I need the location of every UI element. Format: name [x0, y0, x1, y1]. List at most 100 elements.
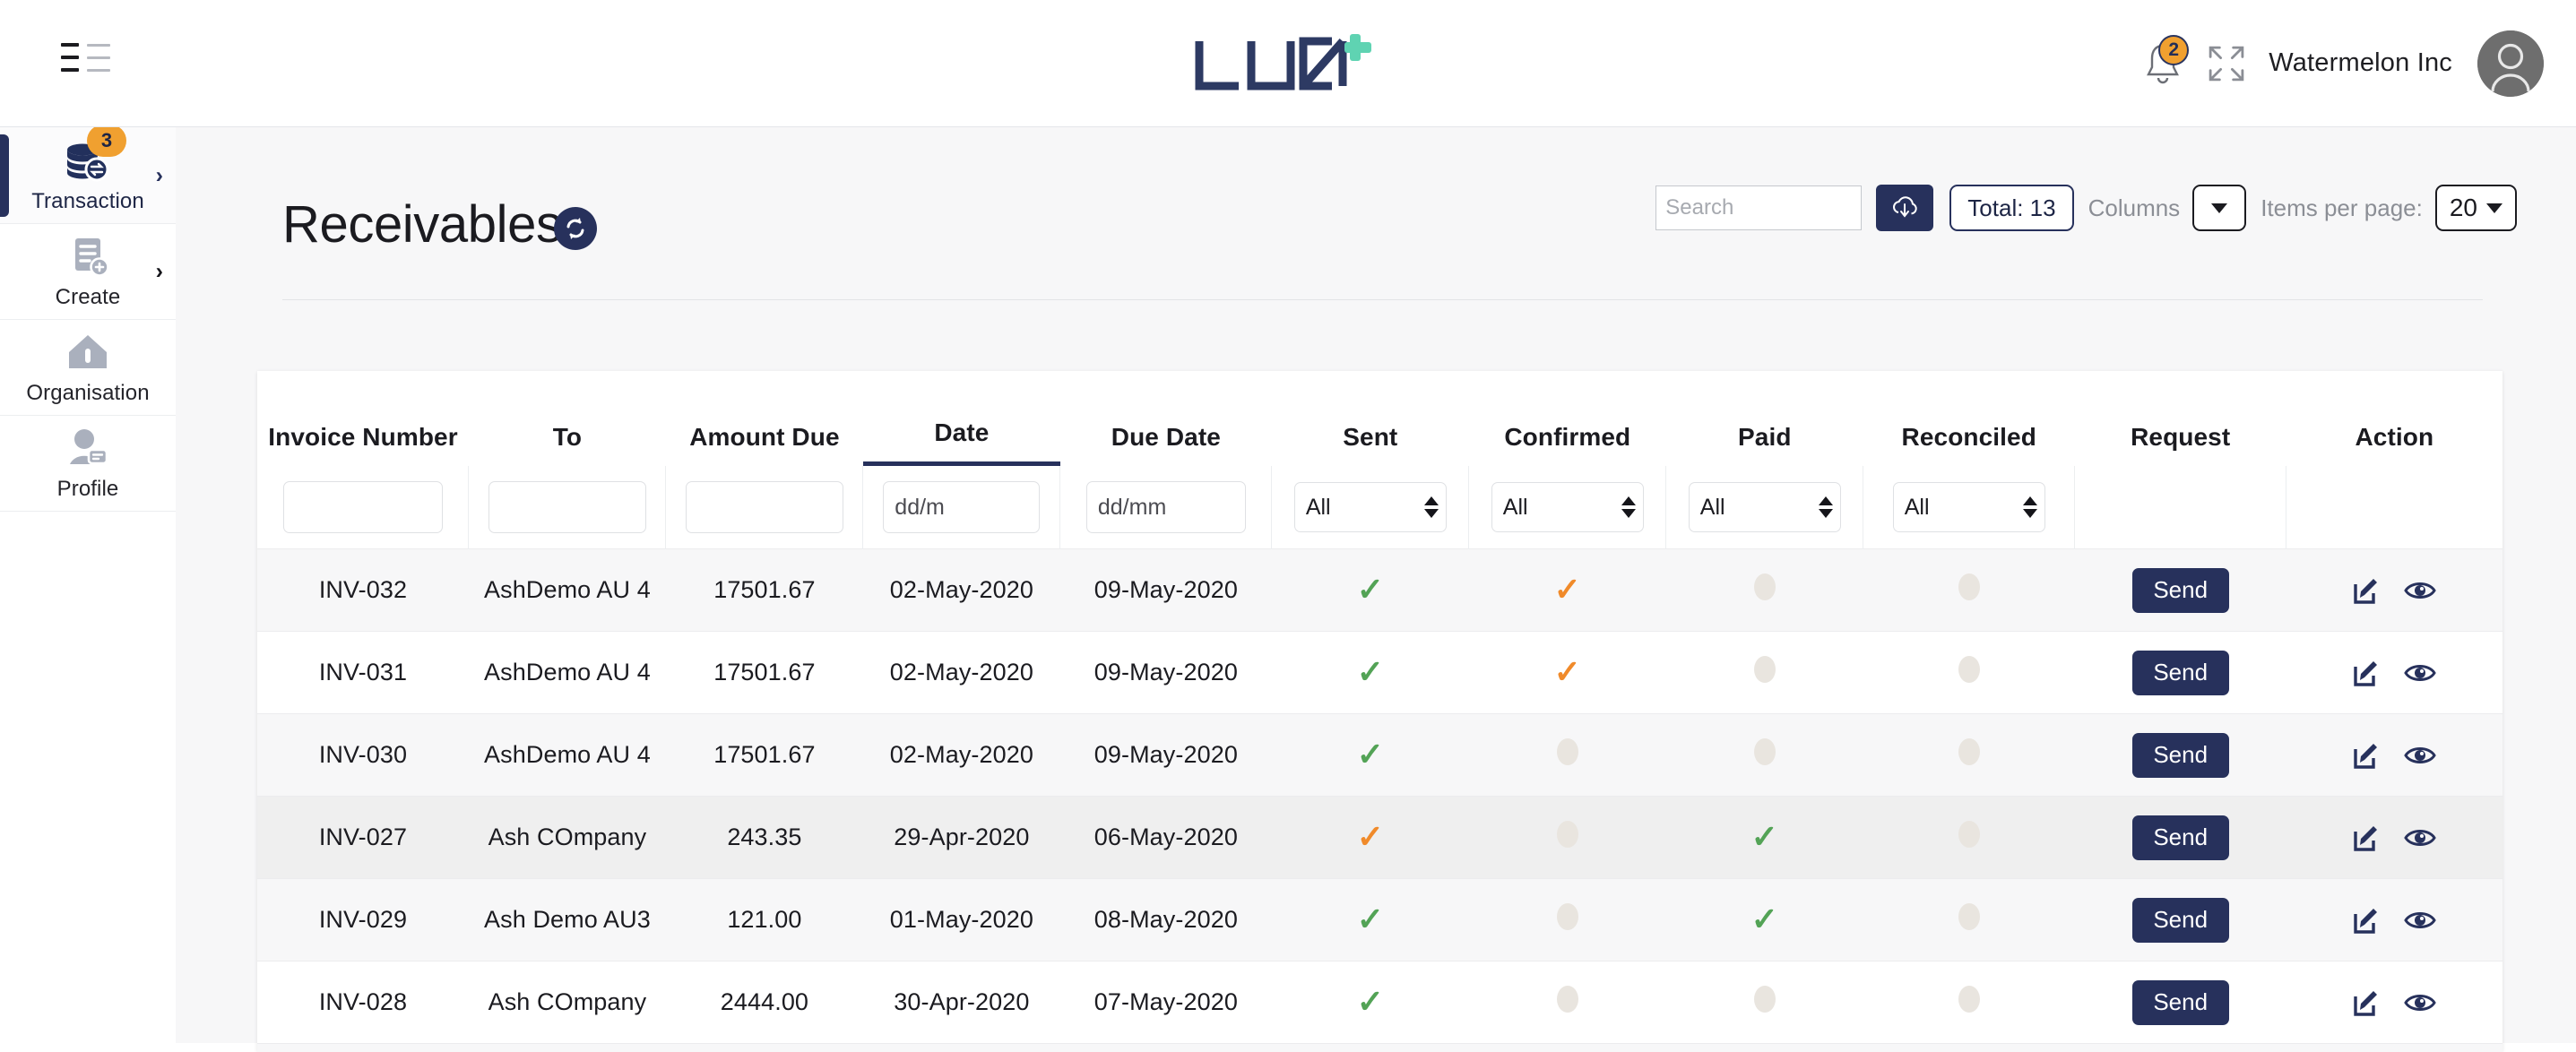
- status-dot: [1557, 821, 1578, 848]
- cell-reconciled: [1863, 549, 2075, 632]
- filter-date[interactable]: [883, 481, 1040, 533]
- cell-invoice-number: INV-032: [257, 549, 469, 632]
- refresh-button[interactable]: [554, 207, 597, 250]
- sidebar-item-transaction[interactable]: 3 Transaction ›: [0, 127, 176, 224]
- download-button[interactable]: [1876, 185, 1933, 231]
- cell-action[interactable]: [2286, 961, 2503, 1044]
- table-row[interactable]: INV-032AshDemo AU 417501.6702-May-202009…: [257, 549, 2503, 632]
- sidebar-item-profile[interactable]: Profile: [0, 416, 176, 512]
- sidebar-item-create[interactable]: Create ›: [0, 224, 176, 320]
- table-row[interactable]: INV-028Ash COmpany2444.0030-Apr-202007-M…: [257, 961, 2503, 1044]
- filter-reconciled[interactable]: All: [1893, 482, 2045, 532]
- menu-dash: [61, 43, 79, 47]
- spinner-arrows-icon: [1819, 496, 1833, 518]
- cell-paid: ✓: [1666, 797, 1863, 879]
- cell-to: Ash COmpany: [469, 797, 666, 879]
- col-sent[interactable]: Sent: [1272, 371, 1469, 466]
- cell-request[interactable]: Send: [2075, 961, 2286, 1044]
- cell-to: Ash COmpany: [469, 961, 666, 1044]
- table-row[interactable]: INV-029Ash Demo AU3121.0001-May-202008-M…: [257, 879, 2503, 961]
- expand-fullscreen-icon[interactable]: [2206, 43, 2247, 84]
- send-button[interactable]: Send: [2132, 980, 2229, 1025]
- send-button[interactable]: Send: [2132, 815, 2229, 860]
- cell-amount-due: 17501.67: [666, 549, 863, 632]
- cell-invoice-number: INV-028: [257, 961, 469, 1044]
- filter-sent[interactable]: All: [1294, 482, 1447, 532]
- filter-cell-action: [2286, 466, 2503, 549]
- view-button[interactable]: [2404, 907, 2436, 934]
- cell-request[interactable]: Send: [2075, 879, 2286, 961]
- receivables-table: Invoice Number To Amount Due Date Due Da…: [257, 371, 2503, 1052]
- col-paid[interactable]: Paid: [1666, 371, 1863, 466]
- filter-confirmed[interactable]: All: [1491, 482, 1644, 532]
- sidebar-item-label: Transaction: [31, 189, 144, 214]
- cell-sent: ✓: [1272, 632, 1469, 714]
- col-to[interactable]: To: [469, 371, 666, 466]
- cell-action[interactable]: [2286, 714, 2503, 797]
- edit-button[interactable]: [2352, 740, 2382, 771]
- view-button[interactable]: [2404, 660, 2436, 686]
- col-header-label: Reconciled: [1863, 371, 2075, 466]
- sidebar-item-organisation[interactable]: Organisation: [0, 320, 176, 416]
- spinner-arrows-icon: [1424, 496, 1439, 518]
- cell-action[interactable]: [2286, 879, 2503, 961]
- status-dot: [1958, 738, 1980, 765]
- filter-cell-invoice-number: [257, 466, 469, 549]
- send-button[interactable]: Send: [2132, 733, 2229, 778]
- table-row-partial[interactable]: [257, 1044, 2503, 1052]
- col-date[interactable]: Date: [863, 371, 1060, 466]
- cell-action[interactable]: [2286, 632, 2503, 714]
- col-reconciled[interactable]: Reconciled: [1863, 371, 2075, 466]
- chevron-right-icon[interactable]: ›: [156, 164, 163, 186]
- edit-button[interactable]: [2352, 658, 2382, 688]
- cell-request[interactable]: Send: [2075, 632, 2286, 714]
- hamburger-menu-icon[interactable]: [61, 43, 111, 81]
- filter-amount-due[interactable]: [686, 481, 843, 533]
- luca-logo[interactable]: [1192, 30, 1380, 95]
- table-row[interactable]: INV-031AshDemo AU 417501.6702-May-202009…: [257, 632, 2503, 714]
- items-per-page-dropdown[interactable]: 20: [2435, 185, 2517, 231]
- edit-pencil-icon: [2352, 905, 2382, 936]
- table-row[interactable]: INV-030AshDemo AU 417501.6702-May-202009…: [257, 714, 2503, 797]
- filter-cell-request: [2075, 466, 2286, 549]
- filter-invoice-number[interactable]: [283, 481, 443, 533]
- view-button[interactable]: [2404, 742, 2436, 769]
- cell-paid: [1666, 714, 1863, 797]
- col-confirmed[interactable]: Confirmed: [1469, 371, 1666, 466]
- col-invoice-number[interactable]: Invoice Number: [257, 371, 469, 466]
- total-count-button[interactable]: Total: 13: [1949, 185, 2073, 231]
- view-button[interactable]: [2404, 577, 2436, 604]
- notifications-button[interactable]: 2: [2141, 37, 2190, 91]
- eye-view-icon: [2404, 660, 2436, 686]
- menu-dash: [61, 68, 79, 72]
- edit-button[interactable]: [2352, 905, 2382, 936]
- columns-dropdown[interactable]: [2192, 185, 2246, 231]
- cell-action[interactable]: [2286, 549, 2503, 632]
- chevron-right-icon[interactable]: ›: [156, 261, 163, 283]
- send-button[interactable]: Send: [2132, 898, 2229, 943]
- view-button[interactable]: [2404, 989, 2436, 1016]
- cell-to: Ash Demo AU3: [469, 879, 666, 961]
- cell-request[interactable]: Send: [2075, 714, 2286, 797]
- filter-paid[interactable]: All: [1689, 482, 1841, 532]
- send-button[interactable]: Send: [2132, 568, 2229, 613]
- cell-date: 02-May-2020: [863, 714, 1060, 797]
- status-check-green: ✓: [1357, 901, 1384, 937]
- cell-request[interactable]: Send: [2075, 549, 2286, 632]
- filter-to[interactable]: [488, 481, 645, 533]
- col-amount-due[interactable]: Amount Due: [666, 371, 863, 466]
- menu-line: [87, 56, 110, 59]
- edit-button[interactable]: [2352, 823, 2382, 853]
- view-button[interactable]: [2404, 824, 2436, 851]
- table-row[interactable]: INV-027Ash COmpany243.3529-Apr-202006-Ma…: [257, 797, 2503, 879]
- send-button[interactable]: Send: [2132, 651, 2229, 695]
- cell-request[interactable]: Send: [2075, 797, 2286, 879]
- edit-button[interactable]: [2352, 987, 2382, 1018]
- transaction-badge: 3: [87, 125, 126, 157]
- edit-button[interactable]: [2352, 575, 2382, 606]
- search-input[interactable]: [1655, 185, 1862, 230]
- cell-action[interactable]: [2286, 797, 2503, 879]
- filter-due-date[interactable]: [1086, 481, 1246, 533]
- col-due-date[interactable]: Due Date: [1060, 371, 1272, 466]
- avatar[interactable]: [2477, 30, 2544, 97]
